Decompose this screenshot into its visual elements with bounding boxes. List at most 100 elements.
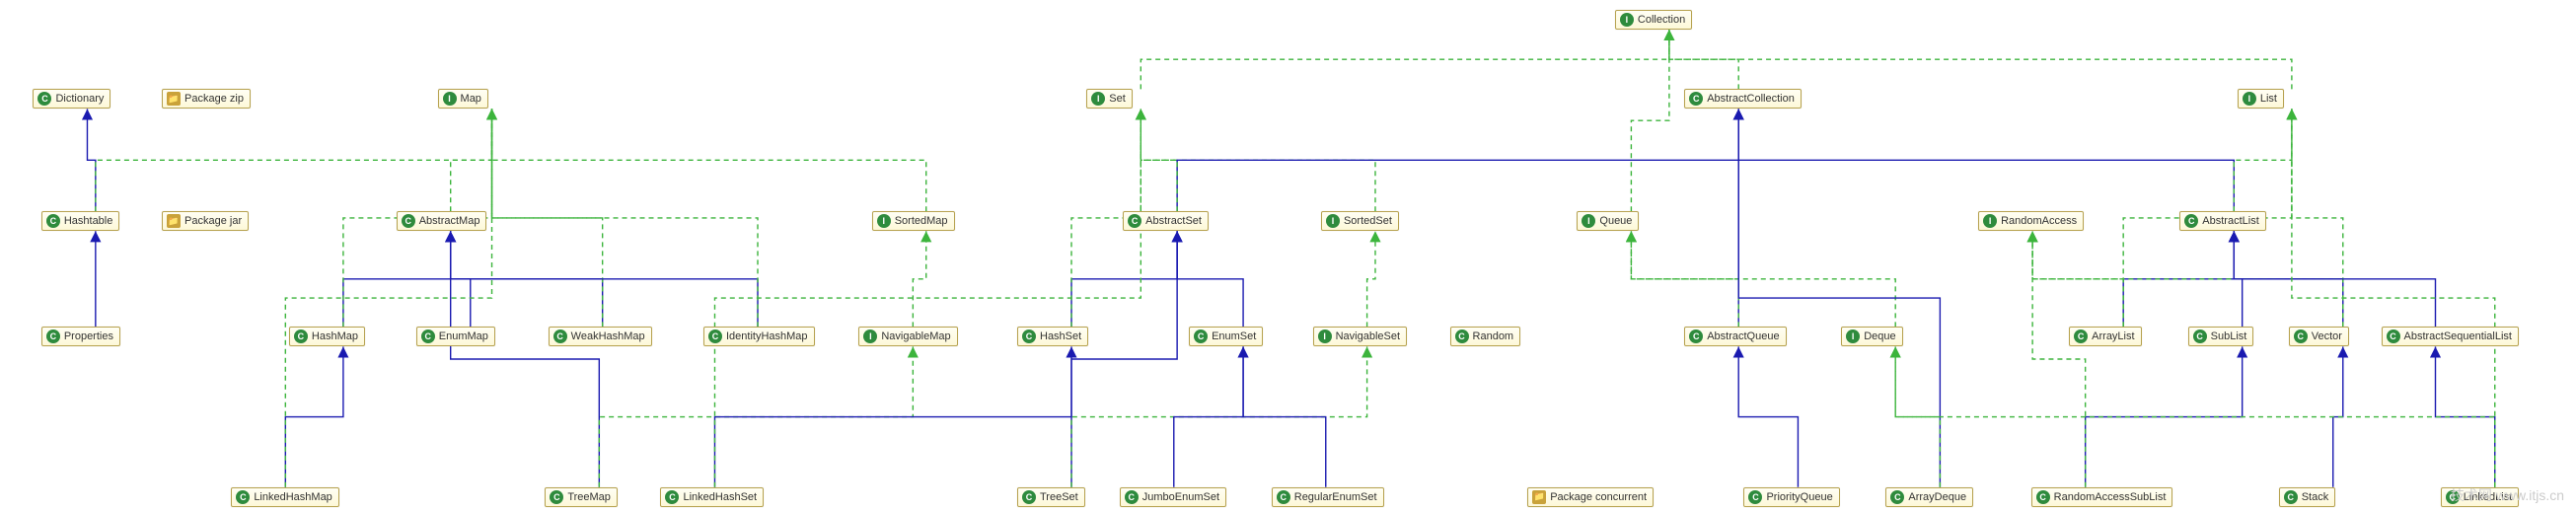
- class-icon: [2446, 490, 2460, 504]
- node-label: Queue: [1599, 215, 1632, 227]
- node-sortedset: SortedSet: [1321, 211, 1399, 231]
- class-icon: [294, 330, 308, 343]
- node-label: LinkedHashSet: [683, 491, 757, 503]
- node-label: NavigableMap: [881, 330, 950, 342]
- class-icon: [2074, 330, 2088, 343]
- interface-icon: [1620, 13, 1634, 27]
- node-enummap: EnumMap: [416, 327, 495, 346]
- class-icon: [37, 92, 51, 106]
- edge-Vector-List: [2292, 109, 2343, 327]
- node-linkedhashmap: LinkedHashMap: [231, 487, 339, 507]
- node-label: AbstractCollection: [1707, 93, 1795, 105]
- node-sortedmap: SortedMap: [872, 211, 955, 231]
- node-label: ArrayList: [2092, 330, 2134, 342]
- edge-LinkedHashMap-HashMap: [285, 346, 343, 486]
- class-icon: [421, 330, 435, 343]
- node-label: SubList: [2211, 330, 2247, 342]
- edge-AbstractSet-AbstractCollection: [1177, 109, 1738, 211]
- node-linkedhashset: LinkedHashSet: [660, 487, 764, 507]
- node-enumset: EnumSet: [1189, 327, 1263, 346]
- node-abstractqueue: AbstractQueue: [1684, 327, 1786, 346]
- class-icon: [1194, 330, 1208, 343]
- interface-icon: [1582, 214, 1595, 228]
- class-icon: [46, 214, 60, 228]
- node-dictionary: Dictionary: [33, 89, 110, 109]
- edge-ArrayList-AbstractList: [2123, 231, 2234, 327]
- node-label: HashSet: [1040, 330, 1081, 342]
- class-icon: [2284, 490, 2298, 504]
- interface-icon: [1091, 92, 1105, 106]
- edge-TreeSet-NavigableSet: [1071, 346, 1367, 486]
- edge-SortedSet-Set: [1141, 109, 1375, 211]
- edge-Deque-Queue: [1631, 231, 1895, 327]
- edge-IdentityHashMap-Map: [492, 109, 758, 327]
- node-label: AbstractMap: [419, 215, 480, 227]
- edge-AbstractQueue-Queue: [1631, 231, 1738, 327]
- class-icon: [1890, 490, 1904, 504]
- edge-HashSet-AbstractSet: [1071, 231, 1177, 327]
- edge-Hashtable-Map: [96, 109, 492, 211]
- node-label: Properties: [64, 330, 113, 342]
- node-label: Package concurrent: [1550, 491, 1647, 503]
- node-regularenumset: RegularEnumSet: [1272, 487, 1384, 507]
- class-icon: [550, 490, 563, 504]
- node-label: AbstractQueue: [1707, 330, 1779, 342]
- edge-JumboEnumSet-EnumSet: [1174, 346, 1243, 486]
- node-label: Collection: [1638, 14, 1685, 26]
- class-icon: [708, 330, 722, 343]
- edge-LinkedHashMap-Map: [285, 109, 491, 486]
- node-label: LinkedHashMap: [254, 491, 332, 503]
- node-label: TreeSet: [1040, 491, 1078, 503]
- edge-RandomAccessSubList-SubList: [2086, 346, 2243, 486]
- node-label: ArrayDeque: [1908, 491, 1966, 503]
- class-icon: [1689, 330, 1703, 343]
- node-label: TreeMap: [567, 491, 611, 503]
- node-label: Set: [1109, 93, 1126, 105]
- edge-AbstractCollection-Collection: [1669, 30, 1738, 89]
- edge-EnumSet-AbstractSet: [1177, 231, 1243, 327]
- node-navigablemap: NavigableMap: [858, 327, 957, 346]
- node-label: NavigableSet: [1336, 330, 1400, 342]
- class-icon: [1748, 490, 1762, 504]
- class-icon: [1277, 490, 1290, 504]
- class-icon: [2184, 214, 2198, 228]
- edge-ArrayDeque-Deque: [1895, 346, 1940, 486]
- class-icon: [1022, 330, 1036, 343]
- node-jumboenumset: JumboEnumSet: [1120, 487, 1226, 507]
- edge-NavigableSet-SortedSet: [1367, 231, 1375, 327]
- class-icon: [553, 330, 567, 343]
- edge-AbstractSequentialList-AbstractList: [2234, 231, 2435, 327]
- edge-ArrayList-RandomAccess: [2032, 231, 2123, 327]
- node-identityhashmap: IdentityHashMap: [703, 327, 815, 346]
- edge-LinkedList-Deque: [1895, 346, 2495, 486]
- edge-SortedMap-Map: [492, 109, 926, 211]
- node-randomaccess: RandomAccess: [1978, 211, 2084, 231]
- edge-Stack-Vector: [2333, 346, 2343, 486]
- edge-Hashtable-Dictionary: [87, 109, 95, 211]
- interface-icon: [1318, 330, 1332, 343]
- node-hashset: HashSet: [1017, 327, 1088, 346]
- node-arraylist: ArrayList: [2069, 327, 2141, 346]
- edge-WeakHashMap-Map: [492, 109, 603, 327]
- class-icon: [665, 490, 679, 504]
- node-label: AbstractList: [2202, 215, 2258, 227]
- edge-RegularEnumSet-EnumSet: [1243, 346, 1326, 486]
- edge-AbstractList-AbstractCollection: [1738, 109, 2234, 211]
- node-randomaccesssublist: RandomAccessSubList: [2031, 487, 2173, 507]
- node-properties: Properties: [41, 327, 120, 346]
- node-label: AbstractSet: [1145, 215, 1202, 227]
- class-icon: [2387, 330, 2400, 343]
- node-label: IdentityHashMap: [726, 330, 808, 342]
- node-label: Stack: [2302, 491, 2329, 503]
- node-packagejar: Package jar: [162, 211, 249, 231]
- node-packageconcurrent: Package concurrent: [1527, 487, 1654, 507]
- node-hashtable: Hashtable: [41, 211, 120, 231]
- edge-LinkedList-AbstractSequentialList: [2436, 346, 2495, 486]
- node-label: WeakHashMap: [571, 330, 645, 342]
- node-stack: Stack: [2279, 487, 2336, 507]
- class-icon: [1689, 92, 1703, 106]
- edge-EnumMap-AbstractMap: [451, 231, 471, 327]
- class-icon: [236, 490, 250, 504]
- interface-icon: [443, 92, 457, 106]
- node-abstractset: AbstractSet: [1123, 211, 1209, 231]
